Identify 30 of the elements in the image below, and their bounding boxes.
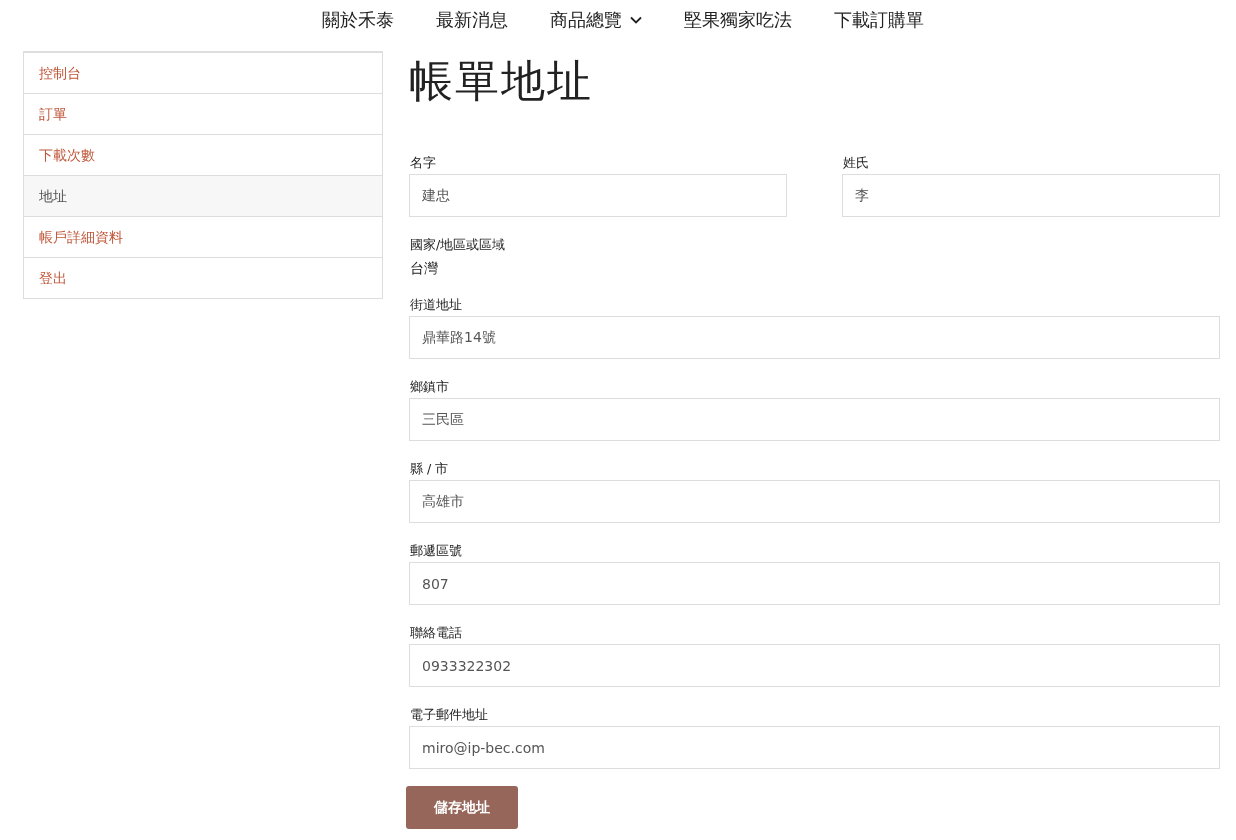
field-label: 名字 (410, 155, 437, 170)
input-field[interactable]: 李 (842, 174, 1220, 217)
account-menu-item[interactable]: 地址 (24, 175, 382, 216)
field-label: 國家/地區或區域 (410, 237, 507, 252)
input-field[interactable]: 建忠 (409, 174, 787, 217)
account-menu-item[interactable]: 控制台 (24, 52, 382, 93)
save-address-button[interactable]: 儲存地址 (406, 786, 518, 829)
field-label: 街道地址 (410, 297, 463, 312)
nav-link[interactable]: 堅果獨家吃法 (684, 8, 792, 32)
nav-link[interactable]: 商品總覽 (550, 8, 642, 32)
field-label: 聯絡電話 (410, 625, 463, 640)
input-field[interactable]: 三民區 (409, 398, 1220, 441)
country-value: 台灣 (410, 260, 439, 277)
input-field[interactable]: miro@ip-bec.com (409, 726, 1220, 769)
field-label: 電子郵件地址 (410, 707, 489, 722)
account-menu-item[interactable]: 帳戶詳細資料 (24, 216, 382, 257)
input-field[interactable]: 鼎華路14號 (409, 316, 1220, 359)
nav-link[interactable]: 下載訂購單 (834, 8, 924, 32)
input-field[interactable]: 高雄市 (409, 480, 1220, 523)
nav-link[interactable]: 最新消息 (436, 8, 508, 32)
account-menu-item[interactable]: 登出 (24, 257, 382, 298)
account-menu-item[interactable]: 訂單 (24, 93, 382, 134)
field-label: 姓氏 (843, 155, 870, 170)
field-label: 鄉鎮市 (410, 379, 450, 394)
page-title: 帳單地址 (409, 54, 594, 108)
field-label: 郵遞區號 (410, 543, 463, 558)
input-field[interactable]: 0933322302 (409, 644, 1220, 687)
nav-link[interactable]: 關於禾泰 (322, 8, 394, 32)
input-field[interactable]: 807 (409, 562, 1220, 605)
field-label: 縣 / 市 (410, 461, 450, 476)
